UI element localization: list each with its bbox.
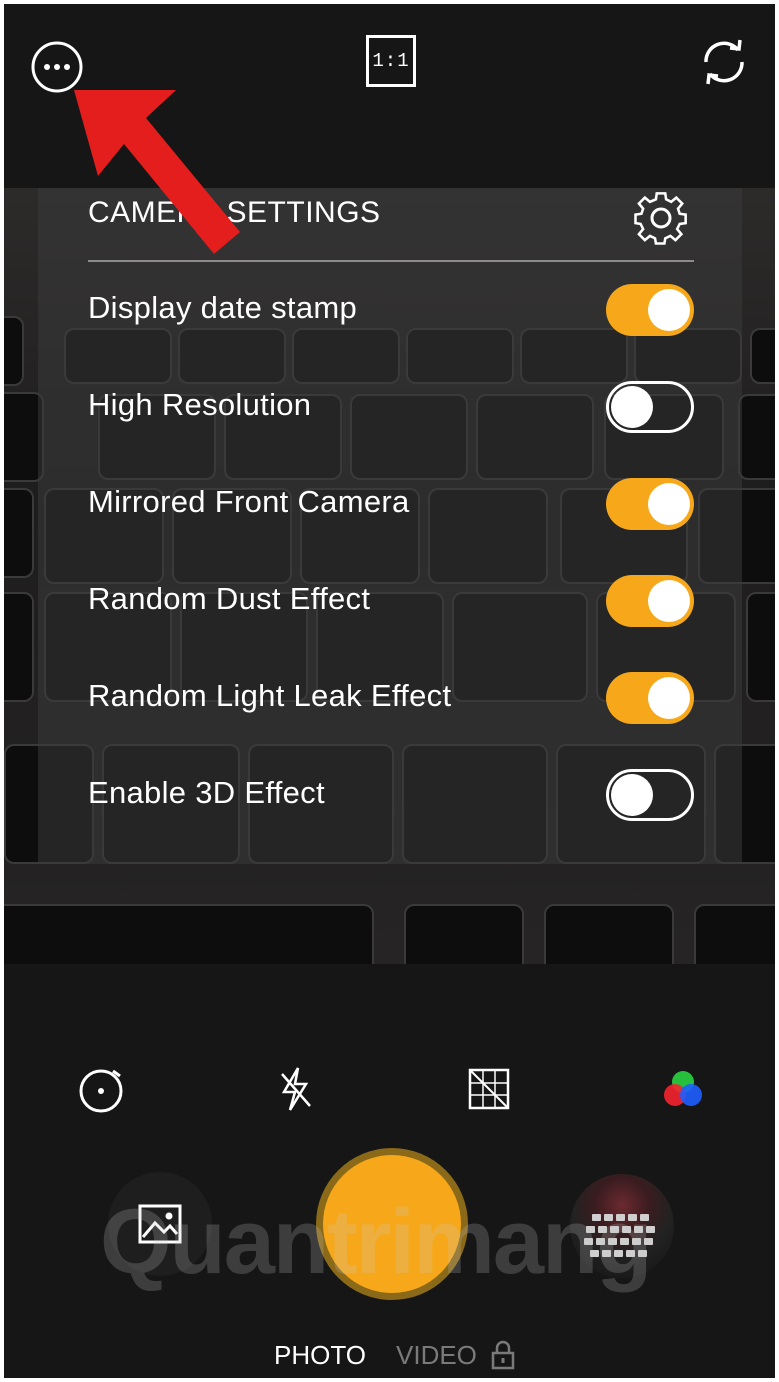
light-leak-toggle[interactable] [606,672,694,724]
more-options-button[interactable] [30,40,84,94]
mirrored-front-camera-toggle[interactable] [606,478,694,530]
setting-label: High Resolution [88,387,312,422]
setting-label: Display date stamp [88,290,358,325]
gear-icon [634,192,687,245]
toggle-knob [648,580,690,622]
more-circle-icon [31,41,83,93]
toggle-knob [611,386,653,428]
high-resolution-toggle[interactable] [606,381,694,433]
flash-button[interactable] [268,1062,322,1116]
settings-gear-button[interactable] [630,188,692,248]
setting-row-light-leak: Random Light Leak Effect [88,668,694,728]
toggle-knob [611,774,653,816]
mode-photo[interactable]: PHOTO [274,1340,366,1371]
color-filter-icon [664,1071,702,1106]
timer-icon [79,1069,123,1113]
flip-camera-icon [704,39,744,85]
flip-camera-button[interactable] [694,32,754,92]
flash-off-icon [281,1067,311,1111]
setting-row-3d-effect: Enable 3D Effect [88,765,694,825]
gallery-button[interactable] [108,1172,212,1276]
aspect-ratio-label: 1:1 [366,35,416,87]
setting-label: Random Light Leak Effect [88,678,452,713]
toggle-knob [648,289,690,331]
date-stamp-toggle[interactable] [606,284,694,336]
toggle-knob [648,677,690,719]
setting-label: Mirrored Front Camera [88,484,410,519]
settings-divider [88,260,694,262]
camera-app-screen: 1:1 CAMERA SETTINGS Display date stamp H… [4,4,775,1378]
grid-button[interactable] [462,1062,516,1116]
color-filter-button[interactable] [656,1062,710,1116]
timer-button[interactable] [74,1062,128,1116]
setting-label: Random Dust Effect [88,581,371,616]
setting-row-high-resolution: High Resolution [88,377,694,437]
setting-row-date-stamp: Display date stamp [88,280,694,340]
shutter-button[interactable] [316,1148,468,1300]
random-dust-toggle[interactable] [606,575,694,627]
setting-row-random-dust: Random Dust Effect [88,571,694,631]
shutter-inner [323,1155,461,1293]
aspect-ratio-button[interactable]: 1:1 [364,34,418,88]
setting-label: Enable 3D Effect [88,775,325,810]
mode-video[interactable]: VIDEO [396,1340,477,1371]
last-photo-thumbnail[interactable] [570,1174,674,1278]
lock-icon [491,1340,515,1370]
grid-icon [468,1068,510,1110]
3d-effect-toggle[interactable] [606,769,694,821]
setting-row-mirrored-front-camera: Mirrored Front Camera [88,474,694,534]
settings-title: CAMERA SETTINGS [88,196,381,229]
gallery-icon [138,1204,182,1244]
toggle-knob [648,483,690,525]
